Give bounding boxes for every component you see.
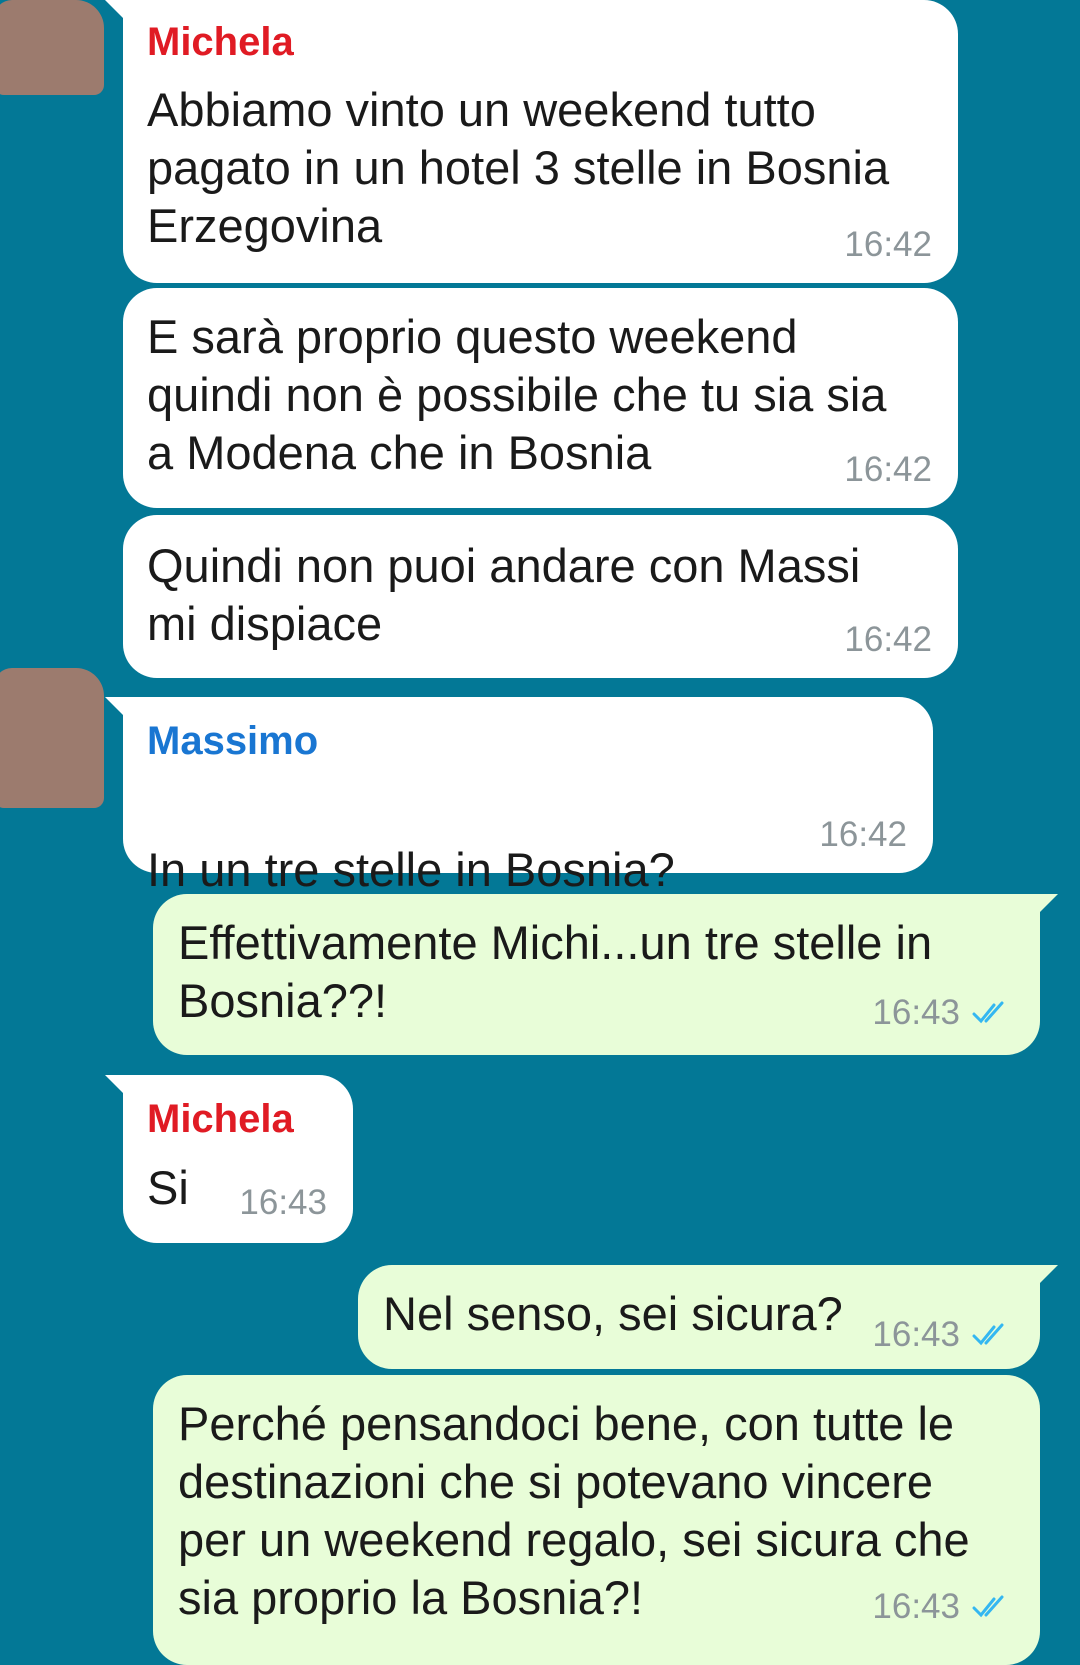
timestamp: 16:43 <box>872 1587 960 1626</box>
message-text: Si <box>147 1161 189 1214</box>
message-time: 16:42 <box>819 815 907 855</box>
message-time: 16:42 <box>844 450 932 490</box>
message-time: 16:43 <box>239 1183 327 1223</box>
timestamp: 16:42 <box>844 450 932 489</box>
message-bubble-incoming[interactable]: Michela Abbiamo vinto un weekend tutto p… <box>105 0 958 283</box>
message-bubble-incoming[interactable]: Michela Si 16:43 <box>105 1075 353 1243</box>
timestamp: 16:43 <box>239 1183 327 1222</box>
timestamp: 16:43 <box>872 993 960 1032</box>
timestamp: 16:42 <box>819 815 907 854</box>
message-time: 16:42 <box>844 620 932 660</box>
timestamp: 16:42 <box>844 225 932 264</box>
read-receipt-icon <box>972 1595 1004 1618</box>
message-bubble-incoming[interactable]: Quindi non puoi andare con Massi mi disp… <box>123 515 958 678</box>
read-receipt-icon <box>972 1001 1004 1024</box>
avatar-massimo[interactable] <box>0 668 104 808</box>
sender-name[interactable]: Michela <box>147 1097 294 1142</box>
message-text-content: In un tre stelle in Bosnia? <box>147 843 675 896</box>
message-text: Quindi non puoi andare con Massi mi disp… <box>147 539 861 650</box>
message-time: 16:42 <box>844 225 932 265</box>
message-text: Perché pensandoci bene, con tutte le des… <box>178 1397 970 1624</box>
message-text: Effettivamente Michi...un tre stelle in … <box>178 916 933 1027</box>
sender-name[interactable]: Massimo <box>147 719 318 764</box>
timestamp: 16:42 <box>844 620 932 659</box>
message-bubble-incoming[interactable]: E sarà proprio questo weekend quindi non… <box>123 288 958 508</box>
sender-name[interactable]: Michela <box>147 20 294 65</box>
message-time: 16:43 <box>872 993 1014 1033</box>
message-time: 16:43 <box>872 1315 1014 1355</box>
read-receipt-icon <box>972 1323 1004 1346</box>
message-time: 16:43 <box>872 1587 1014 1627</box>
message-text: Abbiamo vinto un weekend tutto pagato in… <box>147 83 890 252</box>
message-text: E sarà proprio questo weekend quindi non… <box>147 310 887 479</box>
avatar-michela[interactable] <box>0 0 104 95</box>
message-text: Nel senso, sei sicura? <box>383 1287 843 1340</box>
timestamp: 16:43 <box>872 1315 960 1354</box>
message-bubble-outgoing[interactable]: Perché pensandoci bene, con tutte le des… <box>153 1375 1040 1665</box>
message-bubble-outgoing[interactable]: Nel senso, sei sicura? 16:43 <box>358 1265 1058 1369</box>
message-bubble-incoming[interactable]: Massimo In un tre stelle in Bosnia? 16:4… <box>105 697 933 962</box>
message-bubble-outgoing[interactable]: Effettivamente Michi...un tre stelle in … <box>153 894 1058 1055</box>
